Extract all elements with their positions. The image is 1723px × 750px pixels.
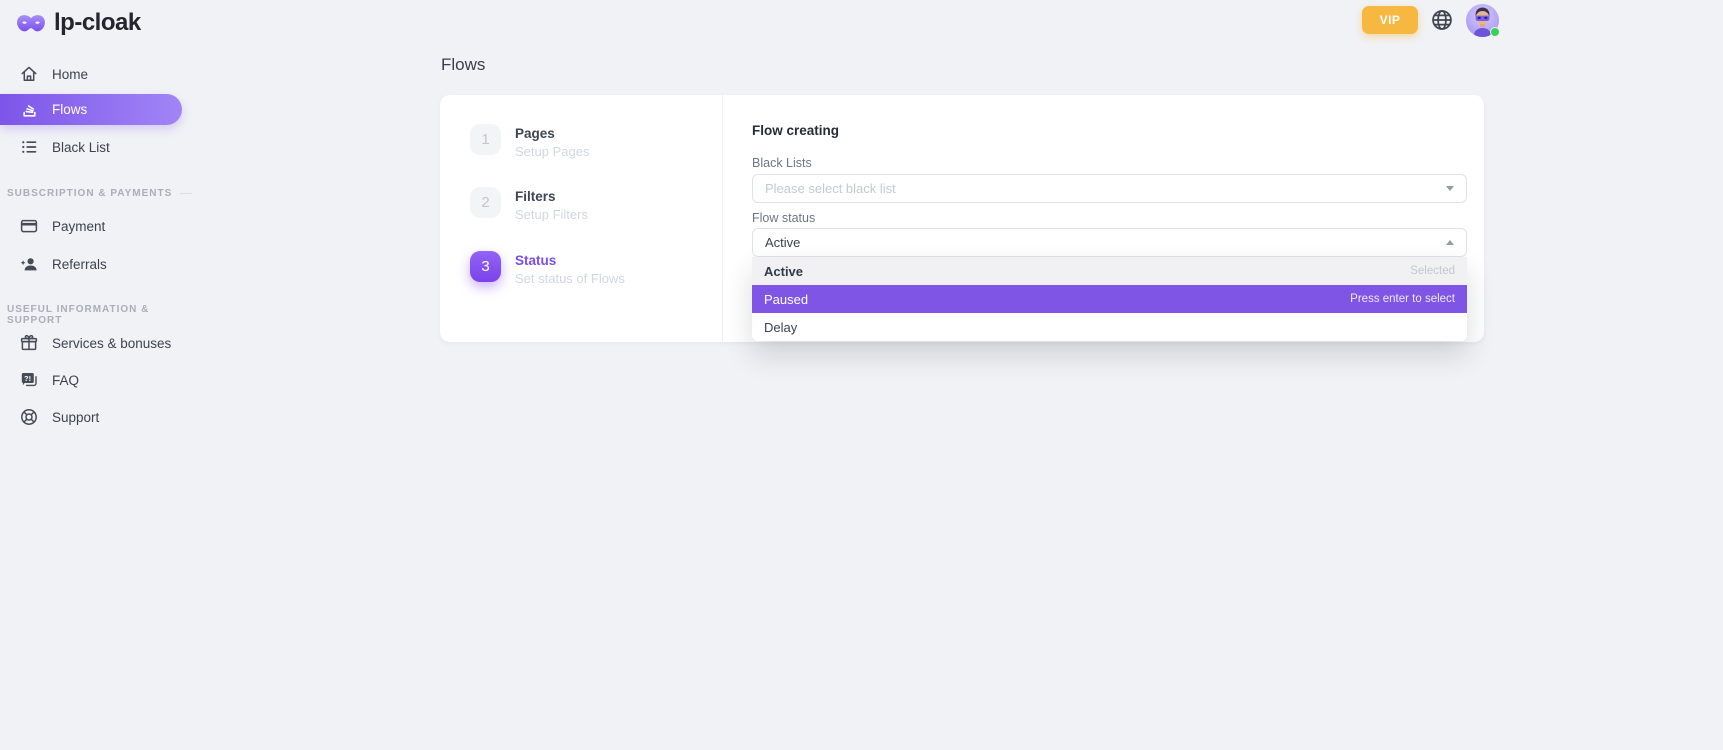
sidebar-section-subscription: SUBSCRIPTION & PAYMENTS <box>7 188 192 199</box>
mask-logo-icon <box>16 13 46 34</box>
sidebar-item-referrals[interactable]: Referrals <box>0 250 190 278</box>
vip-button[interactable]: VIP <box>1362 6 1418 34</box>
online-status-dot <box>1490 27 1500 37</box>
black-lists-placeholder: Please select black list <box>765 181 896 196</box>
option-hint: Press enter to select <box>1350 293 1455 305</box>
credit-card-icon <box>19 216 39 236</box>
svg-text:?!: ?! <box>24 374 31 383</box>
black-lists-select[interactable]: Please select black list <box>752 174 1467 203</box>
sidebar-item-label: Support <box>52 410 99 425</box>
flow-creating-card: 1 Pages Setup Pages 2 Filters Setup Filt… <box>440 95 1484 342</box>
sidebar-item-services[interactable]: Services & bonuses <box>0 329 190 357</box>
sidebar-item-label: Referrals <box>52 257 107 272</box>
list-icon <box>19 137 39 157</box>
chevron-up-icon <box>1446 240 1454 245</box>
chevron-down-icon <box>1446 186 1454 191</box>
sidebar-item-support[interactable]: Support <box>0 403 190 431</box>
sidebar-item-label: Black List <box>52 140 110 155</box>
faq-bubble-icon: ?! <box>19 370 39 390</box>
brand-name: lp-cloak <box>54 9 141 37</box>
sidebar-item-label: Home <box>52 67 88 82</box>
lifebuoy-icon <box>19 407 39 427</box>
sidebar-item-label: Payment <box>52 219 105 234</box>
step-title: Status <box>515 251 625 268</box>
step-number-badge: 1 <box>470 124 501 155</box>
black-lists-label: Black Lists <box>752 156 812 170</box>
sidebar-item-faq[interactable]: ?! FAQ <box>0 366 190 394</box>
user-avatar[interactable] <box>1466 4 1499 37</box>
sidebar-item-label: Flows <box>52 102 87 117</box>
language-globe-icon[interactable] <box>1430 8 1454 32</box>
flow-status-label: Flow status <box>752 211 815 225</box>
option-delay[interactable]: Delay <box>752 313 1467 341</box>
card-divider <box>722 95 723 342</box>
form-title: Flow creating <box>752 123 839 138</box>
step-subtitle: Set status of Flows <box>515 271 625 286</box>
home-icon <box>19 64 39 84</box>
page-title: Flows <box>441 55 485 75</box>
flow-status-select[interactable]: Active <box>752 228 1467 257</box>
step-title: Pages <box>515 124 589 141</box>
step-pages[interactable]: 1 Pages Setup Pages <box>470 124 589 159</box>
flows-icon <box>19 100 39 120</box>
step-filters[interactable]: 2 Filters Setup Filters <box>470 187 588 222</box>
sidebar-item-payment[interactable]: Payment <box>0 212 190 240</box>
step-title: Filters <box>515 187 588 204</box>
option-active[interactable]: Active Selected <box>752 257 1467 285</box>
section-rule <box>180 193 192 194</box>
referral-person-icon <box>19 254 39 274</box>
step-number-badge: 3 <box>470 251 501 282</box>
flow-status-value: Active <box>765 235 800 250</box>
step-number-badge: 2 <box>470 187 501 218</box>
sidebar-item-label: FAQ <box>52 373 79 388</box>
sidebar-section-useful: USEFUL INFORMATION & SUPPORT <box>7 304 192 326</box>
app-logo[interactable]: lp-cloak <box>16 9 141 37</box>
sidebar-item-label: Services & bonuses <box>52 336 171 351</box>
sidebar-item-home[interactable]: Home <box>0 60 190 88</box>
gift-icon <box>19 333 39 353</box>
flow-status-dropdown: Active Selected Paused Press enter to se… <box>752 257 1467 341</box>
option-paused[interactable]: Paused Press enter to select <box>752 285 1467 313</box>
step-subtitle: Setup Pages <box>515 144 589 159</box>
sidebar-item-black-list[interactable]: Black List <box>0 133 190 161</box>
step-status[interactable]: 3 Status Set status of Flows <box>470 251 625 286</box>
step-subtitle: Setup Filters <box>515 207 588 222</box>
sidebar-item-flows[interactable]: Flows <box>0 94 182 125</box>
option-hint: Selected <box>1410 265 1455 277</box>
